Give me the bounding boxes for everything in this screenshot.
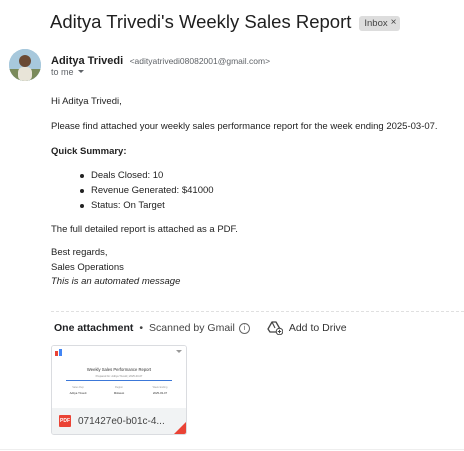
list-item: Deals Closed: 10 xyxy=(78,168,214,183)
pdf-corner-fold xyxy=(174,422,186,434)
add-to-drive-button[interactable]: Add to Drive xyxy=(267,321,347,335)
to-text: to me xyxy=(51,67,74,77)
greeting: Hi Aditya Trivedi, xyxy=(51,96,122,107)
pdf-file-icon: PDF xyxy=(59,415,71,427)
recipient-line[interactable]: to me xyxy=(51,67,85,77)
attachment-count: One attachment xyxy=(54,322,134,334)
add-to-drive-label: Add to Drive xyxy=(288,322,347,334)
preview-subtitle: Prepared for: Aditya Trivedi | 2025-03-0… xyxy=(95,375,143,378)
user-avatar-icon xyxy=(9,49,41,81)
scan-status: Scanned by Gmail xyxy=(149,322,235,334)
sender-avatar[interactable] xyxy=(9,49,41,81)
attachment-note: The full detailed report is attached as … xyxy=(51,224,238,235)
preview-column: Region Midwest xyxy=(113,386,125,395)
chevron-down-icon[interactable] xyxy=(77,69,85,75)
signature: Sales Operations xyxy=(51,262,124,273)
sender-email: <adityatrivedi08082001@gmail.com> xyxy=(129,56,271,66)
automated-note: This is an automated message xyxy=(51,276,181,287)
preview-chevron-icon xyxy=(176,350,182,353)
signoff: Best regards, xyxy=(51,247,108,258)
bottom-divider xyxy=(0,449,464,450)
sender-name[interactable]: Aditya Trivedi xyxy=(51,55,123,67)
attachment-footer[interactable]: PDF 071427e0-b01c-4... xyxy=(52,408,186,434)
preview-column: Week Ending 2025-03-07 xyxy=(152,386,168,395)
preview-column: Sales Rep Aditya Trivedi xyxy=(69,386,87,395)
inbox-label-badge[interactable]: Inbox × xyxy=(359,15,401,31)
attachment-card[interactable]: Weekly Sales Performance Report Prepared… xyxy=(51,345,187,435)
summary-list: Deals Closed: 10 Revenue Generated: $410… xyxy=(78,168,214,213)
attachment-filename[interactable]: 071427e0-b01c-4... xyxy=(78,416,178,427)
attachments-header: One attachment • Scanned by Gmail i Add … xyxy=(54,321,347,335)
email-subject: Aditya Trivedi's Weekly Sales Report xyxy=(50,11,352,32)
intro-paragraph: Please find attached your weekly sales p… xyxy=(51,121,438,132)
divider xyxy=(51,311,464,312)
preview-title: Weekly Sales Performance Report xyxy=(86,367,152,372)
info-icon[interactable]: i xyxy=(238,322,250,334)
summary-heading: Quick Summary: xyxy=(51,146,127,157)
list-item: Revenue Generated: $41000 xyxy=(78,183,214,198)
list-item: Status: On Target xyxy=(78,198,214,213)
inbox-label-text: Inbox xyxy=(364,17,388,29)
attachment-preview: Weekly Sales Performance Report Prepared… xyxy=(52,346,186,408)
subject-row: Aditya Trivedi's Weekly Sales Report Inb… xyxy=(50,11,401,33)
add-to-drive-icon xyxy=(267,321,283,335)
preview-logo-icon xyxy=(55,349,62,356)
separator-dot: • xyxy=(139,322,144,334)
preview-rule xyxy=(66,380,172,381)
remove-label-icon[interactable]: × xyxy=(391,18,397,28)
